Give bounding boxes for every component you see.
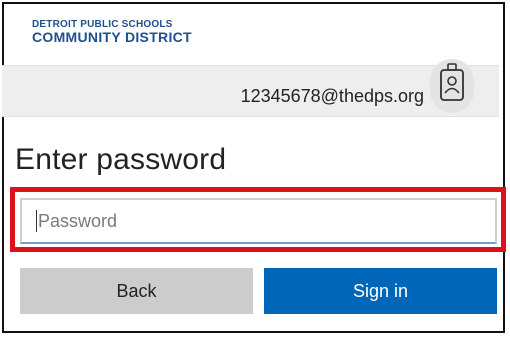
district-logo: DETROIT PUBLIC SCHOOLS COMMUNITY DISTRIC…: [32, 20, 192, 45]
logo-line-2: COMMUNITY DISTRICT: [32, 29, 192, 45]
sign-in-button[interactable]: Sign in: [264, 268, 497, 314]
text-cursor: [36, 210, 37, 232]
id-badge-icon: [430, 59, 474, 113]
back-button[interactable]: Back: [20, 268, 253, 314]
password-field[interactable]: [20, 198, 497, 244]
account-email: 12345678@thedps.org: [240, 86, 424, 106]
page-title: Enter password: [15, 143, 227, 176]
